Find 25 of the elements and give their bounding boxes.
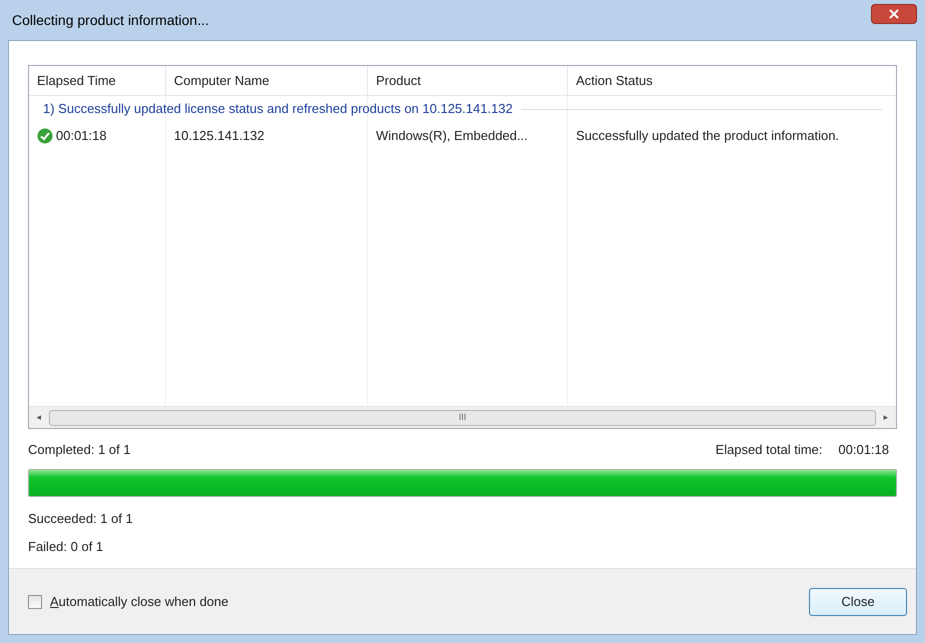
- auto-close-checkbox[interactable]: [28, 594, 42, 608]
- close-button[interactable]: [871, 4, 917, 24]
- scroll-right-button[interactable]: ▸: [880, 410, 892, 424]
- column-header[interactable]: Computer Name: [174, 70, 270, 90]
- success-check-icon: [37, 128, 53, 144]
- close-icon: [889, 9, 899, 19]
- horizontal-scrollbar[interactable]: ◂ III ▸: [29, 406, 896, 428]
- elapsed-total-value: 00:01:18: [838, 441, 889, 460]
- scrollbar-thumb[interactable]: III: [49, 410, 876, 426]
- column-header[interactable]: Elapsed Time: [37, 70, 116, 90]
- completed-count: Completed: 1 of 1: [28, 441, 131, 460]
- table-cell-text: Successfully updated the product information.: [576, 127, 840, 146]
- window-title: Collecting product information...: [12, 10, 209, 30]
- table-cell-text: 10.125.141.132: [174, 127, 264, 146]
- failed-count: Failed: 0 of 1: [28, 538, 104, 556]
- column-header[interactable]: Action Status: [576, 70, 653, 90]
- table-cell-text: Windows(R), Embedded...: [376, 127, 528, 146]
- table-cell-text: 00:01:18: [56, 127, 107, 146]
- group-header[interactable]: 1) Successfully updated license status and refreshed products on 10.125.141.132: [43, 99, 513, 119]
- auto-close-label[interactable]: Automatically close when done: [50, 592, 228, 612]
- succeeded-count: Succeeded: 1 of 1: [28, 510, 134, 528]
- scroll-left-button[interactable]: ◂: [33, 410, 45, 424]
- close-dialog-button[interactable]: Close: [809, 588, 907, 616]
- column-header[interactable]: Product: [376, 70, 421, 90]
- elapsed-total-label: Elapsed total time:: [715, 441, 822, 460]
